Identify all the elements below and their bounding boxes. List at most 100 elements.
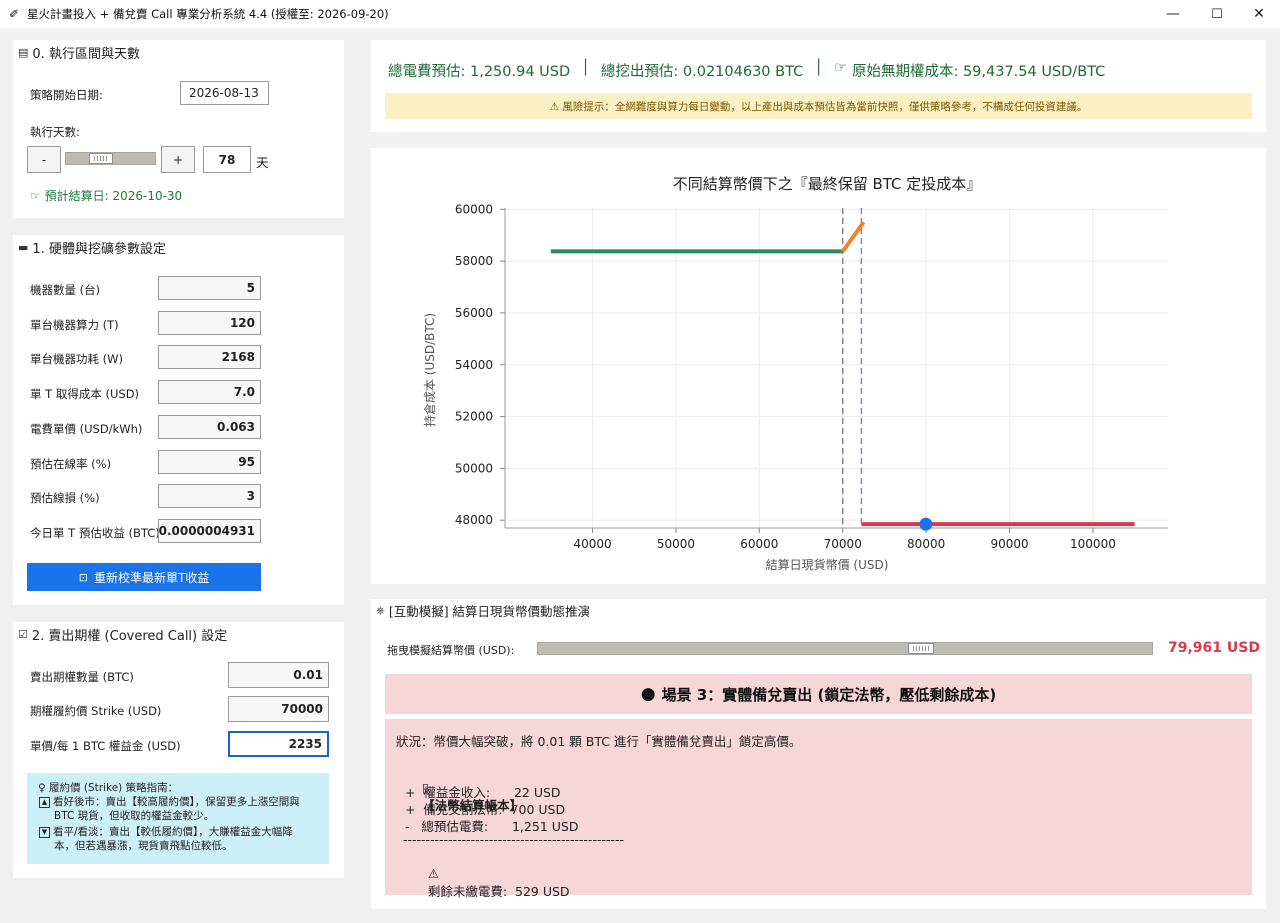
section-duration: ▤ 0. 執行區間與天數 策略開始日期: 2026-08-13 執行天數: - … <box>13 40 344 218</box>
days-plus-button[interactable]: + <box>161 146 195 173</box>
x-tick-label: 80000 <box>907 537 945 551</box>
window-title: 星火計畫投入 + 備兌賣 Call 專業分析系統 4.4 (授權至: 2026-… <box>27 7 389 21</box>
pointing-hand-icon: ☞ <box>833 60 847 76</box>
simulated-price: 79,961 USD <box>1168 640 1260 656</box>
strike-guide-title: ♀ 履約價 (Strike) 策略指南： <box>38 781 178 795</box>
guide-bearish: ▼ 看平/看淡：賣出【較低履約價】，大賺權益金大幅降 <box>39 825 293 839</box>
cost-per-t-label: 單 T 取得成本 (USD) <box>30 387 140 401</box>
recalibrate-button-label: 重新校準最新單T收益 <box>93 570 210 585</box>
current-price-marker <box>919 517 933 531</box>
warning-icon: ⚠ <box>427 866 440 881</box>
close-button[interactable]: ✕ <box>1236 0 1280 28</box>
total-power-cost: 總電費預估: 1,250.94 USD <box>388 64 571 80</box>
total-mined-btc: 總挖出預估: 0.02104630 BTC <box>600 64 804 80</box>
uptime-input[interactable]: 95 <box>158 450 261 474</box>
machine-count-input[interactable]: 5 <box>158 276 261 300</box>
recalibrate-button[interactable]: ⊡ 重新校準最新單T收益 <box>27 563 261 591</box>
cost-per-t-input[interactable]: 7.0 <box>158 380 261 404</box>
start-date-label: 策略開始日期: <box>30 88 103 102</box>
x-tick-label: 100000 <box>1070 537 1116 551</box>
strike-input[interactable]: 70000 <box>228 696 329 722</box>
strike-guide: ♀ 履約價 (Strike) 策略指南： ▲ 看好後市：賣出【較高履約價】，保留更… <box>27 773 329 864</box>
x-tick-label: 70000 <box>824 537 862 551</box>
guide-bullish: ▲ 看好後市：賣出【較高履約價】，保留更多上漲空間與 <box>39 795 300 809</box>
days-slider-thumb[interactable] <box>88 153 113 164</box>
laptop-icon: ▬ <box>18 241 29 254</box>
x-axis-label: 結算日現貨幣價 (USD) <box>766 557 889 572</box>
premium-label: 單價/每 1 BTC 權益金 (USD) <box>30 739 181 753</box>
title-bar: ✐ 星火計畫投入 + 備兌賣 Call 專業分析系統 4.4 (授權至: 202… <box>0 0 1280 28</box>
section-covered-call: ☑ 2. 賣出期權 (Covered Call) 設定 賣出期權數量 (BTC)… <box>13 622 344 878</box>
machine-count-label: 機器數量 (台) <box>30 283 101 297</box>
power-label: 單台機器功耗 (W) <box>30 352 123 366</box>
section-hardware-title: ▬ 1. 硬體與挖礦參數設定 <box>18 238 166 257</box>
guide-bearish-text-cont: 本，但若遇暴漲，現貨賣飛點位較低。 <box>54 840 233 852</box>
minimize-button[interactable]: — <box>1150 0 1196 28</box>
section-covered-call-title: ☑ 2. 賣出期權 (Covered Call) 設定 <box>18 625 227 644</box>
strike-label: 期權履約價 Strike (USD) <box>30 704 162 718</box>
y-tick-label: 50000 <box>455 461 493 475</box>
start-date-input[interactable]: 2026-08-13 <box>180 81 269 105</box>
up-arrow-icon: ▲ <box>39 796 50 808</box>
electricity-price-input[interactable]: 0.063 <box>158 415 261 439</box>
section-duration-title-text: 0. 執行區間與天數 <box>32 47 140 62</box>
simulation-panel: ⎈ [互動模擬] 結算日現貨幣價動態推演 拖曳模擬結算幣價 (USD): 79,… <box>371 599 1266 909</box>
option-qty-input[interactable]: 0.01 <box>228 662 329 688</box>
section-hardware-title-text: 1. 硬體與挖礦參數設定 <box>32 242 166 257</box>
maximize-button[interactable]: ☐ <box>1194 0 1240 28</box>
lightbulb-icon: ♀ <box>38 782 46 794</box>
premium-input[interactable]: 2235 <box>228 731 329 757</box>
days-label: 執行天數: <box>30 125 80 139</box>
risk-warning: ⚠ 風險提示：全網難度與算力每日變動，以上產出與成本預估皆為當前快照，僅供策略參… <box>385 93 1252 119</box>
chart-axes: 40000 50000 60000 70000 80000 90000 100000 4800… <box>455 202 1168 551</box>
pointing-hand-icon: ☞ <box>30 189 41 203</box>
gamepad-icon: ⎈ <box>376 603 385 617</box>
simulation-title: ⎈ [互動模擬] 結算日現貨幣價動態推演 <box>376 601 590 620</box>
summary-panel: 總電費預估: 1,250.94 USD │ 總挖出預估: 0.02104630 … <box>371 40 1266 132</box>
summary-separator: │ <box>814 60 823 76</box>
x-tick-label: 60000 <box>740 537 778 551</box>
chart-panel: 不同結算幣價下之『最終保留 BTC 定投成本』 40000 50000 60000 7… <box>371 148 1266 584</box>
power-input[interactable]: 2168 <box>158 345 261 369</box>
option-qty-label: 賣出期權數量 (BTC) <box>30 670 134 684</box>
days-slider[interactable] <box>65 152 156 165</box>
daily-revenue-label: 今日單 T 預估收益 (BTC) <box>30 526 160 540</box>
settlement-date-text: 預計結算日: 2026-10-30 <box>44 189 183 203</box>
guide-bullish-text-cont: BTC 現貨，但收取的權益金較少。 <box>54 810 215 822</box>
cost-chart: 不同結算幣價下之『最終保留 BTC 定投成本』 40000 50000 60000 7… <box>422 175 1168 572</box>
hashrate-input[interactable]: 120 <box>158 311 261 335</box>
refresh-icon: ⊡ <box>78 570 88 584</box>
calendar-icon: ▤ <box>18 46 29 59</box>
daily-revenue-input[interactable]: 0.0000004931 <box>158 519 261 543</box>
section-hardware: ▬ 1. 硬體與挖礦參數設定 機器數量 (台) 5 單台機器算力 (T) 120… <box>13 235 344 605</box>
days-unit: 天 <box>256 155 269 170</box>
line-loss-label: 預估線損 (%) <box>30 491 100 505</box>
y-tick-label: 60000 <box>455 202 493 216</box>
x-tick-label: 40000 <box>573 537 611 551</box>
scenario-detail: 狀況：幣價大幅突破，將 0.01 顆 BTC 進行「實體備兌賣出」鎖定高價。 ▯… <box>385 719 1252 899</box>
price-slider-thumb[interactable] <box>908 643 935 654</box>
price-slider[interactable] <box>537 642 1153 655</box>
y-tick-label: 54000 <box>455 358 493 372</box>
y-axis-label: 持倉成本 (USD/BTC) <box>422 313 437 427</box>
simulation-title-text: [互動模擬] 結算日現貨幣價動態推演 <box>388 604 591 619</box>
strike-guide-title-text: 履約價 (Strike) 策略指南： <box>49 782 179 794</box>
cost-series-line <box>841 221 866 253</box>
section-duration-title: ▤ 0. 執行區間與天數 <box>18 43 140 62</box>
uptime-label: 預估在線率 (%) <box>30 457 112 471</box>
guide-bearish-text: 看平/看淡：賣出【較低履約價】，大賺權益金大幅降 <box>53 826 293 838</box>
section-covered-call-title-text: 2. 賣出期權 (Covered Call) 設定 <box>31 629 228 644</box>
chart-title: 不同結算幣價下之『最終保留 BTC 定投成本』 <box>673 175 982 193</box>
ledger-divider: ----------------------------------------… <box>403 832 625 847</box>
settlement-date: ☞ 預計結算日: 2026-10-30 <box>30 187 182 204</box>
days-input[interactable]: 78 <box>203 146 251 173</box>
chart-grid <box>505 208 1168 528</box>
y-tick-label: 48000 <box>455 513 493 527</box>
guide-bullish-text: 看好後市：賣出【較高履約價】，保留更多上漲空間與 <box>53 796 300 808</box>
line-loss-input[interactable]: 3 <box>158 484 261 508</box>
remaining-power-text: 剩餘未繳電費: 529 USD <box>427 884 570 899</box>
y-tick-label: 56000 <box>455 306 493 320</box>
scenario-header: ● 場景 3：實體備兌賣出 (鎖定法幣，壓低剩餘成本) <box>385 674 1252 714</box>
days-minus-button[interactable]: - <box>27 146 61 173</box>
y-tick-label: 52000 <box>455 410 493 424</box>
